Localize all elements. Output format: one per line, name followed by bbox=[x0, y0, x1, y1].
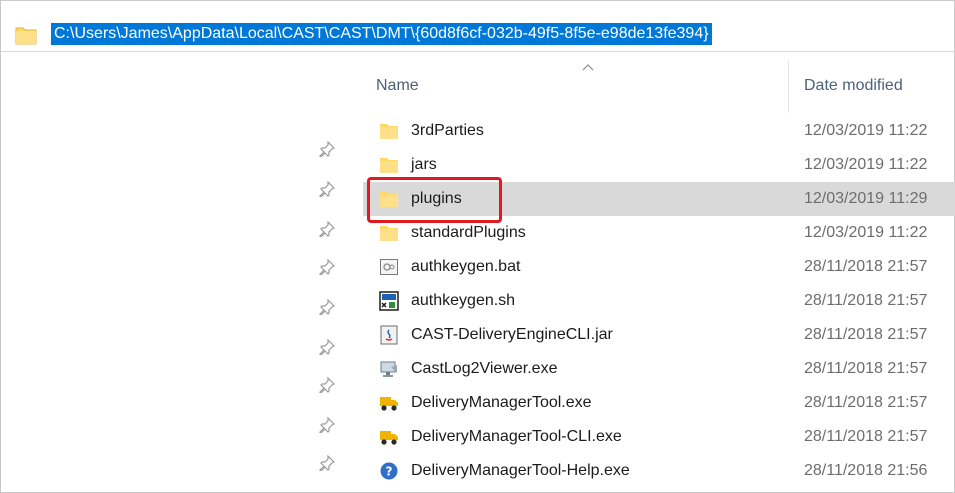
pin-icon[interactable] bbox=[319, 417, 335, 433]
log-viewer-app-icon bbox=[380, 361, 397, 377]
folder-icon bbox=[15, 27, 37, 45]
file-row[interactable]: DeliveryManagerTool-CLI.exe 28/11/2018 2… bbox=[363, 420, 955, 454]
column-header: Name Date modified bbox=[363, 61, 955, 113]
pin-icon[interactable] bbox=[319, 455, 335, 471]
address-bar-divider bbox=[1, 51, 955, 52]
file-date: 28/11/2018 21:57 bbox=[804, 428, 928, 445]
file-date: 28/11/2018 21:57 bbox=[804, 394, 928, 411]
file-row[interactable]: CAST-DeliveryEngineCLI.jar 28/11/2018 21… bbox=[363, 318, 955, 352]
file-row[interactable]: authkeygen.bat 28/11/2018 21:57 bbox=[363, 250, 955, 284]
folder-icon bbox=[380, 226, 398, 241]
delivery-truck-icon bbox=[380, 431, 398, 445]
column-date-modified-header[interactable]: Date modified bbox=[804, 77, 903, 95]
file-date: 12/03/2019 11:22 bbox=[804, 156, 928, 173]
file-row[interactable]: ? DeliveryManagerTool-Help.exe 28/11/201… bbox=[363, 454, 955, 488]
file-explorer-window: C:\Users\James\AppData\Local\CAST\CAST\D… bbox=[0, 0, 955, 493]
file-name: CastLog2Viewer.exe bbox=[411, 360, 558, 377]
annotation-highlight-box bbox=[367, 177, 502, 223]
file-date: 28/11/2018 21:57 bbox=[804, 258, 928, 275]
pin-icon[interactable] bbox=[319, 221, 335, 237]
pin-icon[interactable] bbox=[319, 141, 335, 157]
file-name: DeliveryManagerTool.exe bbox=[411, 394, 592, 411]
file-row[interactable]: DeliveryManagerTool.exe 28/11/2018 21:57 bbox=[363, 386, 955, 420]
file-date: 28/11/2018 21:56 bbox=[804, 462, 928, 479]
file-name: 3rdParties bbox=[411, 122, 484, 139]
folder-icon bbox=[380, 124, 398, 139]
pin-icon[interactable] bbox=[319, 259, 335, 275]
file-name: standardPlugins bbox=[411, 224, 526, 241]
pin-icon[interactable] bbox=[319, 181, 335, 197]
file-date: 28/11/2018 21:57 bbox=[804, 360, 928, 377]
file-row[interactable]: authkeygen.sh 28/11/2018 21:57 bbox=[363, 284, 955, 318]
column-divider[interactable] bbox=[788, 61, 789, 113]
file-name: DeliveryManagerTool-Help.exe bbox=[411, 462, 630, 479]
address-bar[interactable]: C:\Users\James\AppData\Local\CAST\CAST\D… bbox=[15, 19, 955, 49]
shell-script-icon bbox=[379, 291, 399, 311]
file-date: 28/11/2018 21:57 bbox=[804, 292, 928, 309]
help-icon: ? bbox=[380, 462, 398, 480]
pin-icon[interactable] bbox=[319, 377, 335, 393]
pin-icon[interactable] bbox=[319, 339, 335, 355]
file-name: DeliveryManagerTool-CLI.exe bbox=[411, 428, 622, 445]
folder-icon bbox=[380, 158, 398, 173]
pin-icon[interactable] bbox=[319, 299, 335, 315]
file-name: authkeygen.sh bbox=[411, 292, 516, 309]
column-name-header[interactable]: Name bbox=[376, 77, 419, 95]
file-name: authkeygen.bat bbox=[411, 258, 521, 275]
file-date: 12/03/2019 11:22 bbox=[804, 224, 928, 241]
address-path[interactable]: C:\Users\James\AppData\Local\CAST\CAST\D… bbox=[51, 23, 712, 45]
batch-file-icon bbox=[380, 259, 398, 275]
file-date: 28/11/2018 21:57 bbox=[804, 326, 928, 343]
java-jar-icon bbox=[380, 325, 398, 345]
svg-text:?: ? bbox=[386, 465, 393, 479]
file-list: 3rdParties 12/03/2019 11:22 jars 12/03/2… bbox=[363, 114, 955, 488]
sort-ascending-icon bbox=[582, 64, 594, 71]
file-date: 12/03/2019 11:29 bbox=[804, 190, 928, 207]
file-row[interactable]: CastLog2Viewer.exe 28/11/2018 21:57 bbox=[363, 352, 955, 386]
file-name: CAST-DeliveryEngineCLI.jar bbox=[411, 326, 613, 343]
delivery-truck-icon bbox=[380, 397, 398, 411]
file-name: jars bbox=[411, 156, 437, 173]
file-date: 12/03/2019 11:22 bbox=[804, 122, 928, 139]
file-row[interactable]: 3rdParties 12/03/2019 11:22 bbox=[363, 114, 955, 148]
